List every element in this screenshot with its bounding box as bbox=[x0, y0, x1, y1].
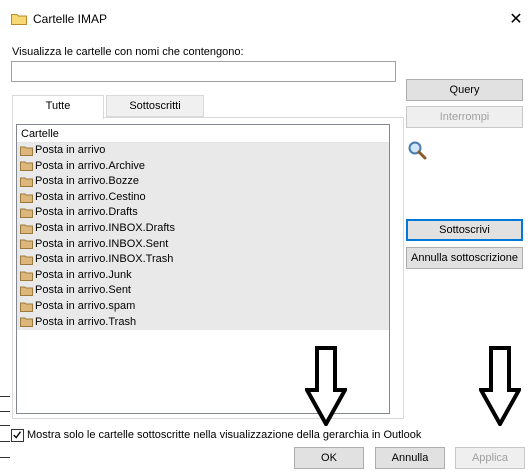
checkmark-icon bbox=[13, 430, 22, 439]
subscribed-only-option[interactable]: Mostra solo le cartelle sottoscritte nel… bbox=[11, 427, 421, 443]
down-arrow-icon bbox=[479, 346, 521, 426]
folder-name: Posta in arrivo.Sent bbox=[35, 284, 131, 297]
folder-icon bbox=[11, 14, 27, 25]
folder-name: Posta in arrivo.INBOX.Drafts bbox=[35, 221, 175, 234]
ok-button[interactable]: OK bbox=[294, 447, 364, 469]
folder-icon bbox=[20, 302, 33, 312]
folder-row[interactable]: Posta in arrivo.Cestino bbox=[17, 189, 389, 206]
query-button[interactable]: Query bbox=[406, 79, 523, 101]
folder-icon bbox=[20, 193, 33, 203]
filter-label: Visualizza le cartelle con nomi che cont… bbox=[12, 46, 244, 58]
folder-row[interactable]: Posta in arrivo.Junk bbox=[17, 267, 389, 284]
folder-row[interactable]: Posta in arrivo.Archive bbox=[17, 158, 389, 175]
folder-row[interactable]: Posta in arrivo.spam bbox=[17, 298, 389, 315]
list-header[interactable]: Cartelle bbox=[17, 125, 389, 143]
folder-row[interactable]: Posta in arrivo.INBOX.Drafts bbox=[17, 220, 389, 237]
folder-icon bbox=[20, 177, 33, 187]
folder-row[interactable]: Posta in arrivo.Drafts bbox=[17, 205, 389, 221]
folder-name: Posta in arrivo.INBOX.Trash bbox=[35, 253, 174, 266]
edge-tick bbox=[0, 411, 10, 412]
edge-tick bbox=[0, 396, 10, 397]
subscribe-button[interactable]: Sottoscrivi bbox=[406, 219, 523, 241]
imap-folders-dialog: Cartelle IMAP ✕ Visualizza le cartelle c… bbox=[0, 0, 531, 474]
folder-icon bbox=[20, 239, 33, 250]
folder-name: Posta in arrivo.Junk bbox=[35, 268, 132, 281]
cancel-button[interactable]: Annulla bbox=[375, 447, 445, 469]
search-icon bbox=[408, 141, 427, 160]
folder-icon bbox=[20, 146, 33, 156]
stop-button[interactable]: Interrompi bbox=[406, 106, 523, 128]
apply-button[interactable]: Applica bbox=[455, 447, 525, 469]
edge-tick bbox=[0, 441, 10, 442]
folder-name: Posta in arrivo.Trash bbox=[35, 315, 137, 328]
tab-subscribed[interactable]: Sottoscritti bbox=[106, 95, 204, 117]
window-title: Cartelle IMAP bbox=[33, 12, 108, 26]
folder-row[interactable]: Posta in arrivo.INBOX.Trash bbox=[17, 252, 389, 268]
folder-row[interactable]: Posta in arrivo.INBOX.Sent bbox=[17, 236, 389, 253]
folder-row[interactable]: Posta in arrivo bbox=[17, 143, 389, 159]
folder-icon bbox=[20, 255, 33, 265]
folder-icon bbox=[20, 161, 33, 172]
tab-all[interactable]: Tutte bbox=[12, 95, 104, 119]
folder-name: Posta in arrivo bbox=[35, 144, 106, 156]
down-arrow-icon bbox=[305, 346, 347, 426]
folder-row[interactable]: Posta in arrivo.Bozze bbox=[17, 174, 389, 190]
folder-icon bbox=[20, 224, 33, 234]
subscribed-only-label: Mostra solo le cartelle sottoscritte nel… bbox=[27, 429, 422, 441]
folder-name: Posta in arrivo.Cestino bbox=[35, 190, 146, 203]
folder-name: Posta in arrivo.Bozze bbox=[35, 175, 139, 188]
folder-icon bbox=[20, 317, 33, 328]
subscribed-only-checkbox[interactable] bbox=[11, 428, 24, 442]
folder-row[interactable]: Posta in arrivo.Sent bbox=[17, 283, 389, 299]
filter-input[interactable] bbox=[11, 61, 396, 82]
folder-icon bbox=[20, 286, 33, 297]
folder-name: Posta in arrivo.INBOX.Sent bbox=[35, 237, 169, 250]
title-bar: Cartelle IMAP ✕ bbox=[0, 0, 531, 38]
folder-icon bbox=[20, 208, 33, 219]
folder-name: Posta in arrivo.spam bbox=[35, 299, 136, 312]
edge-tick bbox=[0, 425, 10, 426]
close-button[interactable]: ✕ bbox=[503, 8, 529, 32]
folder-row[interactable]: Posta in arrivo.Trash bbox=[17, 314, 389, 331]
folder-name: Posta in arrivo.Drafts bbox=[35, 206, 138, 219]
unsubscribe-button[interactable]: Annulla sottoscrizione bbox=[406, 247, 523, 269]
folder-icon bbox=[20, 271, 33, 281]
folder-name: Posta in arrivo.Archive bbox=[35, 159, 146, 172]
edge-tick bbox=[0, 457, 10, 458]
